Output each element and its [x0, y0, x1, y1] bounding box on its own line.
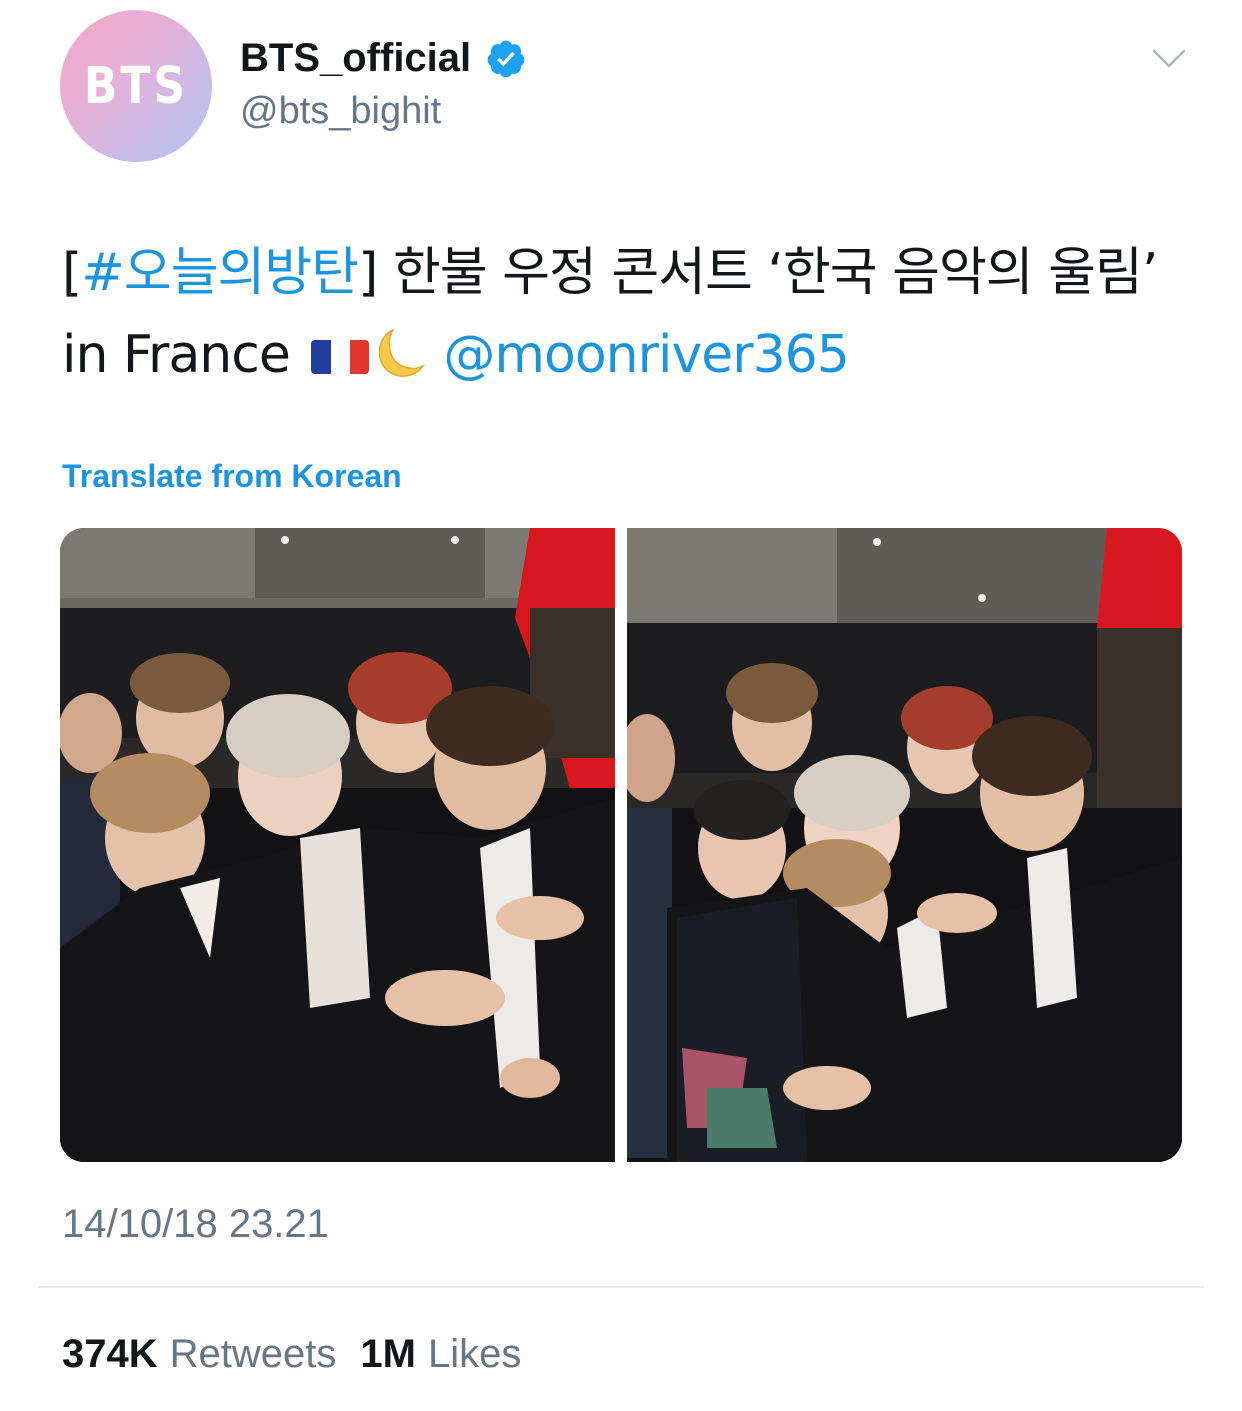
france-flag-icon	[311, 340, 370, 374]
retweets-count: 374K	[62, 1332, 158, 1376]
verified-badge-icon	[487, 40, 525, 77]
group-selfie-photo-2[interactable]	[627, 528, 1182, 1162]
avatar-logo-text: BTS	[83, 56, 189, 116]
divider	[38, 1286, 1204, 1288]
user-handle[interactable]: @bts_bighit	[240, 90, 441, 133]
mention-link[interactable]: @moonriver365	[443, 325, 849, 385]
display-name[interactable]: BTS_official	[240, 36, 527, 81]
translate-link[interactable]: Translate from Korean	[62, 458, 402, 495]
bracket-open: [	[62, 243, 82, 303]
tweet-stats: 374K Retweets 1M Likes	[62, 1332, 521, 1377]
photo-1-image	[60, 528, 615, 1162]
avatar[interactable]: BTS	[60, 10, 212, 162]
group-selfie-photo-1[interactable]	[60, 528, 615, 1162]
tweet-timestamp: 14/10/18 23.21	[62, 1202, 329, 1246]
retweets-label: Retweets	[169, 1332, 337, 1376]
display-name-text[interactable]: BTS_official	[240, 36, 471, 81]
likes-count: 1M	[360, 1332, 416, 1376]
photo-2-image	[627, 528, 1182, 1162]
media-grid	[60, 528, 1182, 1162]
crescent-moon-icon	[379, 328, 426, 377]
likes-stat[interactable]: 1M Likes	[360, 1332, 521, 1377]
likes-label: Likes	[427, 1332, 522, 1376]
retweets-stat[interactable]: 374K Retweets	[62, 1332, 336, 1377]
tweet-text: [#오늘의방탄] 한불 우정 콘서트 ‘한국 음악의 울림’ in France…	[62, 232, 1182, 396]
chevron-down-icon[interactable]	[1152, 48, 1186, 70]
hashtag-link[interactable]: #오늘의방탄	[81, 243, 359, 303]
tweet-detail: BTS BTS_official @bts_bighit [#오늘의방탄] 한불…	[0, 0, 1242, 1411]
